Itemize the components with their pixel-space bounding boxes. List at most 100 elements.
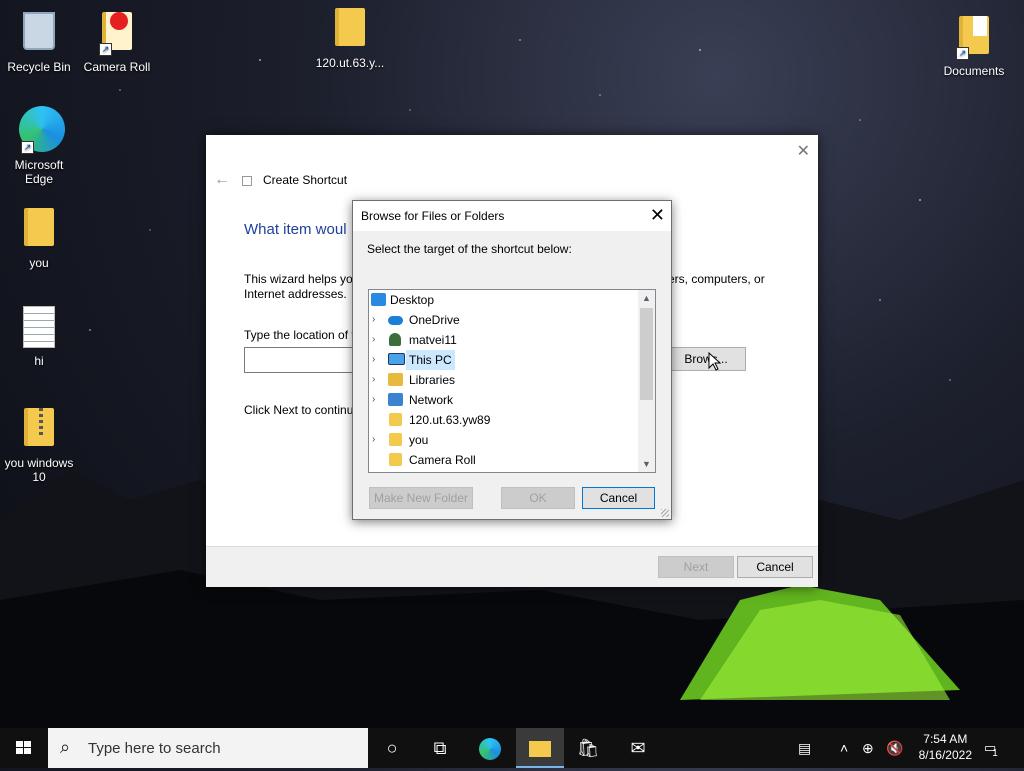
tree-item-label: Camera Roll xyxy=(409,453,476,467)
show-hidden-icons-icon[interactable]: ˄ xyxy=(840,728,848,768)
desktop-icon-label: Documents xyxy=(943,64,1005,78)
desktop-icon-recycle-bin[interactable]: Recycle Bin xyxy=(1,8,77,74)
tree-item-onedrive[interactable]: › OneDrive xyxy=(369,310,637,330)
tree-item-120-folder[interactable]: 120.ut.63.yw89 xyxy=(369,410,637,430)
desktop-icon-label: Recycle Bin xyxy=(7,60,71,74)
desktop-icon-hi-file[interactable]: hi xyxy=(1,306,77,368)
taskbar: ⌕ Type here to search ○ ⧉ 🛍 ✉ ▤ ˄ ⊕ 🔇 7:… xyxy=(0,728,1024,768)
shortcut-icon xyxy=(242,176,252,186)
folder-shortcut-icon xyxy=(389,453,402,466)
desktop-icon-label: Camera Roll xyxy=(83,60,151,74)
tree-item-network[interactable]: › Network xyxy=(369,390,637,410)
browse-prompt: Select the target of the shortcut below: xyxy=(367,242,572,256)
back-arrow-icon[interactable]: ← xyxy=(214,171,230,189)
folder-icon xyxy=(330,8,370,52)
notification-center-icon[interactable]: ▭1 xyxy=(984,728,1002,768)
network-tray-icon[interactable]: ⊕ xyxy=(862,728,874,768)
wizard-heading: What item woul xyxy=(244,221,347,238)
tree-item-this-pc[interactable]: › This PC xyxy=(369,350,637,370)
desktop-icon-label: Microsoft Edge xyxy=(14,158,64,186)
taskbar-clock[interactable]: 7:54 AM 8/16/2022 xyxy=(919,731,972,763)
wizard-cancel-button[interactable]: Cancel xyxy=(737,556,813,578)
desktop-icon-documents[interactable]: ↗ Documents xyxy=(936,8,1012,78)
start-button[interactable] xyxy=(0,728,48,768)
computer-icon xyxy=(388,353,405,365)
browse-cancel-button[interactable]: Cancel xyxy=(582,487,655,509)
desktop-icon-you-folder[interactable]: you xyxy=(1,208,77,270)
search-icon: ⌕ xyxy=(60,737,71,757)
cortana-icon[interactable]: ○ xyxy=(368,728,416,768)
tree-item-you[interactable]: › you xyxy=(369,430,637,450)
tree-scrollbar[interactable]: ▲ ▼ xyxy=(638,290,655,472)
tree-item-label: Libraries xyxy=(409,373,456,387)
desktop-icon-camera-roll[interactable]: ↗ Camera Roll xyxy=(79,8,155,74)
wizard-title: Create Shortcut xyxy=(263,173,348,187)
tree-item-label: 120.ut.63.yw89 xyxy=(409,413,491,427)
chevron-right-icon[interactable]: › xyxy=(372,330,375,350)
tree-item-label: Network xyxy=(409,393,454,407)
taskbar-edge-icon[interactable] xyxy=(466,728,514,768)
windows-logo-icon xyxy=(16,741,31,754)
folder-icon xyxy=(389,433,402,446)
chevron-right-icon[interactable]: › xyxy=(372,370,375,390)
user-icon xyxy=(389,333,401,346)
wizard-description-right: ers, computers, or xyxy=(668,272,765,286)
tree-item-camera-roll[interactable]: Camera Roll xyxy=(369,450,637,470)
tree-item-matvei11[interactable]: › matvei11 xyxy=(369,330,637,350)
scrollbar-thumb[interactable] xyxy=(640,308,653,400)
desktop-icon-label: you xyxy=(29,256,49,270)
mouse-cursor-icon xyxy=(708,352,722,371)
tree-item-label: Desktop xyxy=(390,293,435,307)
next-hint: Click Next to continu xyxy=(244,403,354,417)
next-button[interactable]: Next xyxy=(658,556,734,578)
taskbar-search-box[interactable]: ⌕ Type here to search xyxy=(48,728,368,768)
clock-date: 8/16/2022 xyxy=(918,748,972,762)
close-icon[interactable]: ✕ xyxy=(650,205,665,226)
scroll-down-icon[interactable]: ▼ xyxy=(638,456,655,472)
folder-shortcut-icon: ↗ xyxy=(97,12,137,56)
desktop-icon-label: you windows 10 xyxy=(4,456,74,484)
resize-grip-icon[interactable] xyxy=(661,509,669,517)
ok-button[interactable]: OK xyxy=(501,487,575,509)
chevron-right-icon[interactable]: › xyxy=(372,390,375,410)
search-placeholder: Type here to search xyxy=(88,740,221,757)
notification-count: 1 xyxy=(992,748,998,759)
tree-item-label: matvei11 xyxy=(409,333,457,347)
browse-dialog-titlebar[interactable]: Browse for Files or Folders ✕ xyxy=(353,201,671,231)
recycle-bin-icon xyxy=(19,12,59,56)
taskbar-store-icon[interactable]: 🛍 xyxy=(564,728,612,768)
browse-button[interactable]: Brows... xyxy=(666,347,746,371)
chevron-right-icon[interactable]: › xyxy=(372,350,375,370)
desktop-icon xyxy=(371,293,386,306)
tree-item-desktop[interactable]: Desktop xyxy=(369,290,637,310)
zip-folder-icon xyxy=(19,408,59,452)
desktop-icon-120-folder[interactable]: 120.ut.63.y... xyxy=(312,8,388,70)
task-view-icon[interactable]: ⧉ xyxy=(416,728,464,768)
tree-item-label: This PC xyxy=(406,350,455,370)
close-icon[interactable]: ✕ xyxy=(797,141,810,161)
make-new-folder-button[interactable]: Make New Folder xyxy=(369,487,473,509)
folder-tree[interactable]: Desktop › OneDrive › matvei11 › This PC … xyxy=(368,289,656,473)
taskbar-file-explorer-icon[interactable] xyxy=(516,728,564,768)
chevron-right-icon[interactable]: › xyxy=(372,430,375,450)
chevron-right-icon[interactable]: › xyxy=(372,310,375,330)
text-file-icon xyxy=(19,306,59,350)
taskbar-mail-icon[interactable]: ✉ xyxy=(614,728,662,768)
desktop-icon-microsoft-edge[interactable]: ↗ Microsoft Edge xyxy=(1,106,77,186)
desktop-icon-label: 120.ut.63.y... xyxy=(315,56,385,70)
folder-icon xyxy=(19,208,59,252)
wizard-footer: Next Cancel xyxy=(206,546,818,587)
tree-item-label: OneDrive xyxy=(409,313,460,327)
tree-item-libraries[interactable]: › Libraries xyxy=(369,370,637,390)
library-icon xyxy=(388,373,403,386)
edge-icon: ↗ xyxy=(19,106,65,154)
scroll-up-icon[interactable]: ▲ xyxy=(638,290,655,306)
network-icon xyxy=(388,393,403,406)
cloud-icon xyxy=(388,316,403,325)
browse-dialog-title: Browse for Files or Folders xyxy=(361,209,505,223)
news-widget-icon[interactable]: ▤ xyxy=(798,728,811,768)
volume-muted-icon[interactable]: 🔇 xyxy=(886,728,903,768)
desktop-icon-you-windows-10[interactable]: you windows 10 xyxy=(1,404,77,484)
clock-time: 7:54 AM xyxy=(923,732,968,746)
desktop-icon-label: hi xyxy=(34,354,44,368)
